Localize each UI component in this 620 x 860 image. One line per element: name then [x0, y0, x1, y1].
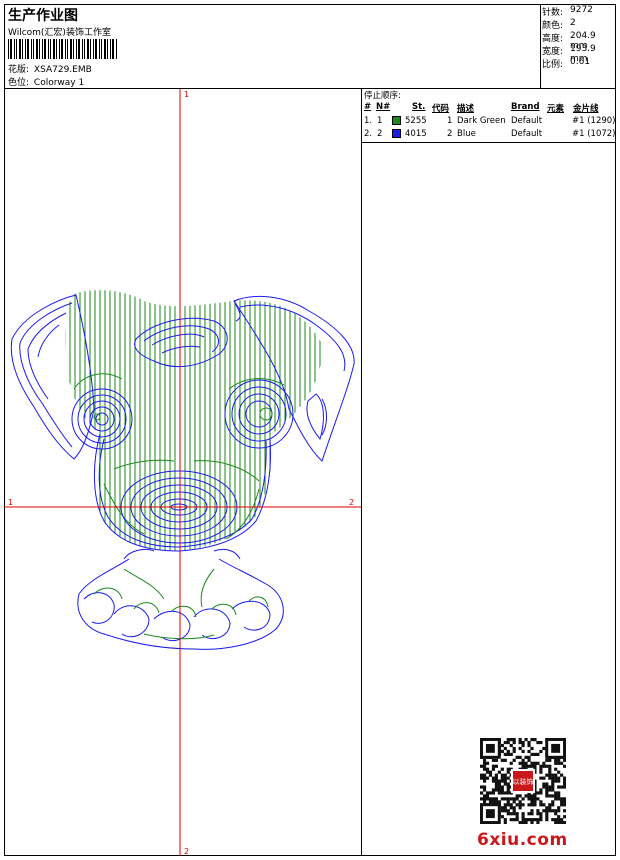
axis-label-left: 1: [8, 498, 13, 507]
stats-panel: 针数: 9272 颜色: 2 高度: 204.9 mm 宽度: 193.9 mm 比例:…: [541, 4, 616, 89]
header-info: 生产作业图 Wilcom(汇宏)装饰工作室 花版: XSA729.EMB 色位:…: [4, 4, 541, 89]
col-brand: Brand: [511, 102, 540, 112]
axis-label-top: 1: [184, 90, 189, 99]
paws: [77, 548, 284, 650]
stop-sequence-caption: 停止顺序:: [364, 91, 401, 101]
colorway-value: Colorway 1: [33, 78, 85, 88]
axis-label-bottom: 2: [184, 847, 189, 856]
colorway-label: 色位:: [8, 78, 30, 88]
col-code: 代码: [432, 104, 450, 114]
page-title: 生产作业图: [8, 8, 78, 24]
col-n: N#: [376, 102, 391, 112]
stat-stitches: 针数: 9272: [542, 5, 593, 18]
stat-height: 高度: 204.9 mm: [542, 31, 596, 51]
embroidery-drawing: 1 2 1 2: [4, 89, 361, 856]
stop-sequence-table: 停止顺序: # N# St. 代码 描述 Brand 元素 金片线 1. 1 5…: [362, 89, 616, 143]
axis-label-right: 2: [349, 498, 354, 507]
stat-colors: 颜色: 2: [542, 18, 576, 31]
watermark-site: 6xiu.com: [477, 830, 568, 850]
barcode: [8, 39, 117, 59]
design-canvas: 1 2 1 2: [4, 89, 362, 856]
col-num: #: [364, 102, 372, 112]
stat-width: 宽度: 193.9 mm: [542, 44, 596, 64]
design-line: 花版: XSA729.EMB: [8, 62, 92, 75]
color-swatch: [392, 129, 401, 138]
col-elem: 元素: [547, 104, 565, 114]
company-name: Wilcom(汇宏)装饰工作室: [8, 28, 111, 38]
col-desc: 描述: [457, 104, 475, 114]
colorway-line: 色位: Colorway 1: [8, 75, 84, 88]
stat-scale: 比例: 0.61: [542, 57, 591, 70]
svg-text:以装饰: 以装饰: [513, 777, 534, 786]
col-thread: 金片线: [573, 104, 599, 114]
color-swatch: [392, 116, 401, 125]
col-st: St.: [412, 102, 426, 112]
design-value: XSA729.EMB: [33, 65, 92, 75]
qr-code: 以装饰: [480, 738, 566, 824]
design-label: 花版:: [8, 65, 30, 75]
